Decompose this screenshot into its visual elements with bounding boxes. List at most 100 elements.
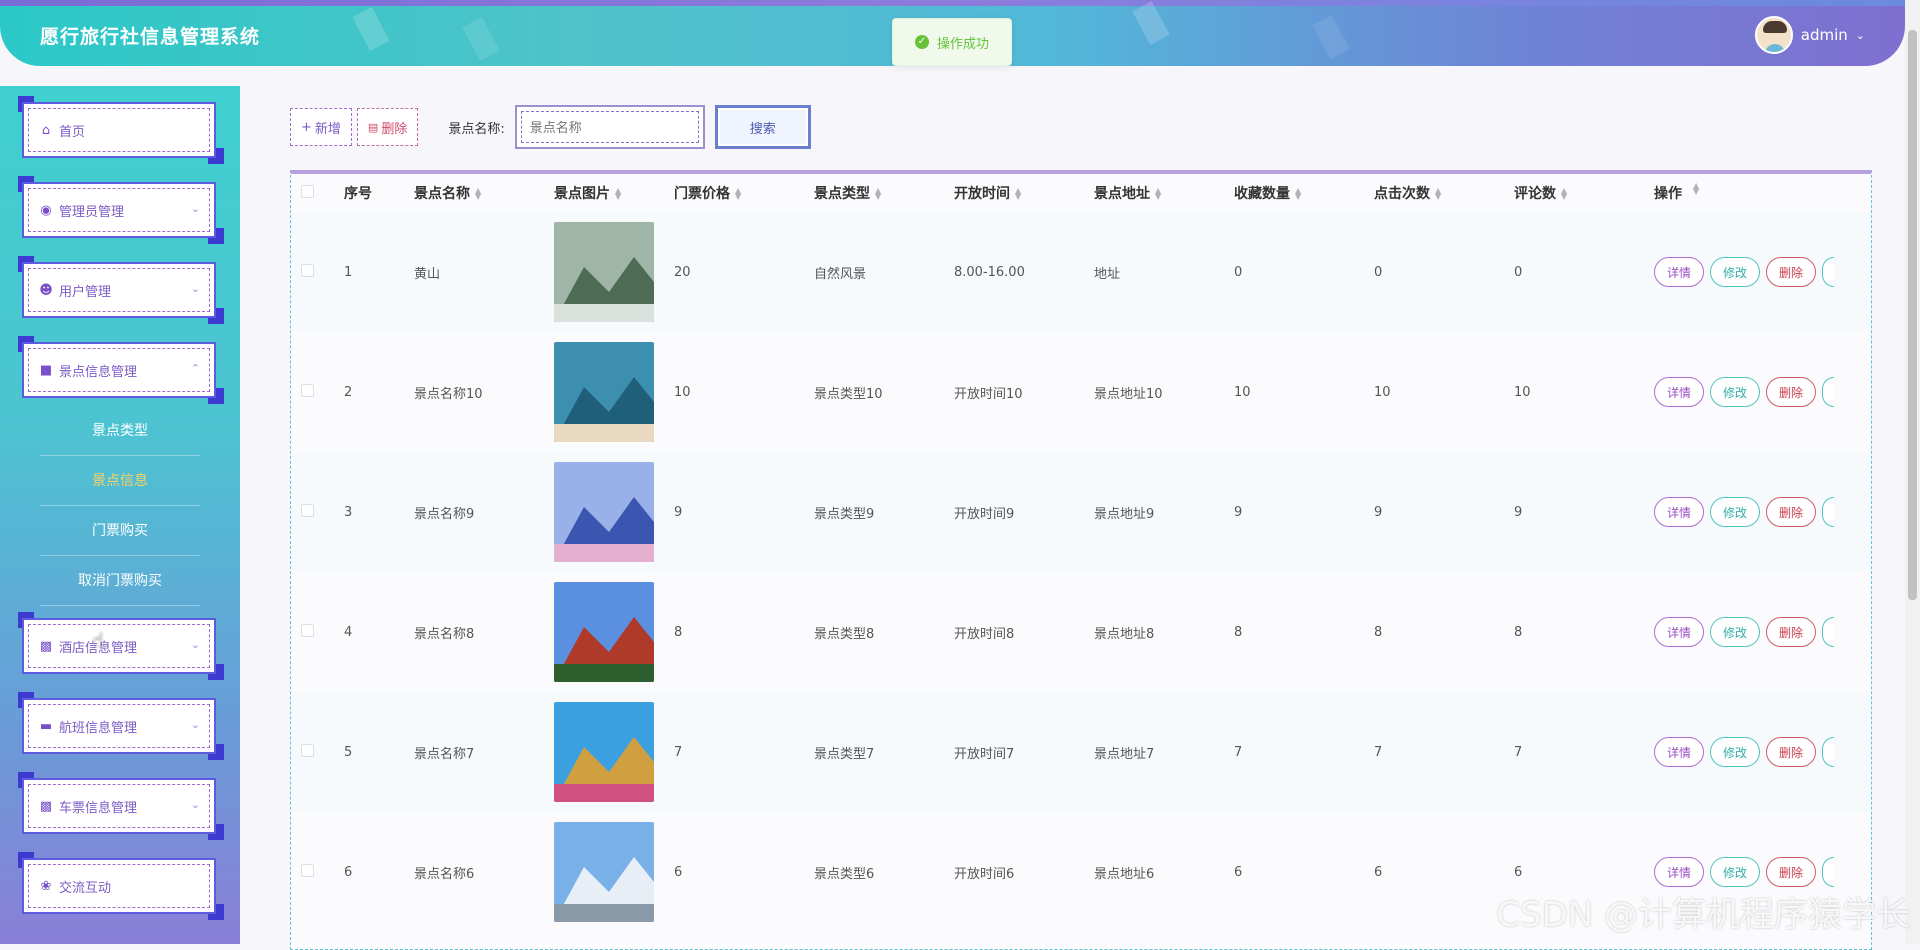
- submenu-scenic-type[interactable]: 景点类型: [40, 406, 200, 456]
- sidebar-item-users[interactable]: ☻ 用户管理 ⌄: [22, 262, 216, 318]
- header-decoration: [462, 17, 499, 61]
- more-button[interactable]: [1822, 617, 1834, 647]
- delete-row-button[interactable]: 删除: [1766, 737, 1816, 767]
- add-button[interactable]: + 新增: [290, 108, 352, 146]
- detail-button[interactable]: 详情: [1654, 857, 1704, 887]
- sidebar-item-ticket[interactable]: ▩ 车票信息管理 ⌄: [22, 778, 216, 834]
- cell-open-time: 开放时间8: [954, 623, 1094, 642]
- cell-clicks: 9: [1374, 505, 1514, 520]
- column-header[interactable]: 景点名称▲▼: [414, 183, 554, 203]
- scenic-image[interactable]: [554, 342, 674, 442]
- cell-comments: 7: [1514, 745, 1654, 760]
- edit-button[interactable]: 修改: [1710, 257, 1760, 287]
- cell-comments: 0: [1514, 265, 1654, 280]
- scenic-image[interactable]: [554, 462, 674, 562]
- column-header[interactable]: 门票价格▲▼: [674, 183, 814, 203]
- scenic-image[interactable]: [554, 582, 674, 682]
- more-button[interactable]: [1822, 377, 1834, 407]
- delete-row-button[interactable]: 删除: [1766, 857, 1816, 887]
- submenu-ticket-buy[interactable]: 门票购买: [40, 506, 200, 556]
- plus-icon: +: [301, 120, 312, 135]
- delete-row-button[interactable]: 删除: [1766, 497, 1816, 527]
- delete-button[interactable]: ▤ 删除: [357, 108, 418, 146]
- column-header[interactable]: 收藏数量▲▼: [1234, 183, 1374, 203]
- column-header[interactable]: 点击次数▲▼: [1374, 183, 1514, 203]
- sort-icon[interactable]: ▲▼: [1295, 188, 1301, 200]
- cell-comments: 9: [1514, 505, 1654, 520]
- chevron-down-icon: ⌄: [191, 202, 200, 215]
- row-checkbox[interactable]: [291, 504, 344, 521]
- sort-icon[interactable]: ▲▼: [1015, 188, 1021, 200]
- page-scrollbar[interactable]: [1905, 0, 1920, 944]
- watermark: CSDN @计算机程序猿学长: [1496, 887, 1910, 936]
- more-button[interactable]: [1822, 257, 1834, 287]
- row-checkbox[interactable]: [291, 264, 344, 281]
- row-checkbox[interactable]: [291, 864, 344, 881]
- column-header[interactable]: 景点地址▲▼: [1094, 183, 1234, 203]
- column-header[interactable]: 评论数▲▼: [1514, 183, 1654, 203]
- row-checkbox[interactable]: [291, 624, 344, 641]
- sidebar-item-scenic[interactable]: ■ 景点信息管理 ⌃: [22, 342, 216, 398]
- home-icon: ⌂: [39, 123, 53, 138]
- select-all-checkbox[interactable]: [291, 185, 344, 202]
- sort-icon[interactable]: ▲▼: [475, 188, 481, 200]
- scenic-image[interactable]: [554, 222, 674, 322]
- detail-button[interactable]: 详情: [1654, 737, 1704, 767]
- column-header[interactable]: 开放时间▲▼: [954, 183, 1094, 203]
- detail-button[interactable]: 详情: [1654, 377, 1704, 407]
- sidebar-item-admin[interactable]: ◉ 管理员管理 ⌄: [22, 182, 216, 238]
- more-button[interactable]: [1822, 857, 1834, 887]
- scrollbar-thumb[interactable]: [1908, 30, 1917, 600]
- submenu-scenic-info[interactable]: 景点信息: [40, 456, 200, 506]
- submenu-ticket-cancel[interactable]: 取消门票购买: [40, 556, 200, 606]
- sort-icon[interactable]: ▲▼: [1561, 188, 1567, 200]
- delete-row-button[interactable]: 删除: [1766, 617, 1816, 647]
- cell-comments: 6: [1514, 865, 1654, 880]
- sidebar-item-flight[interactable]: ▬ 航班信息管理 ⌄: [22, 698, 216, 754]
- cell-favorites: 9: [1234, 505, 1374, 520]
- delete-row-button[interactable]: 删除: [1766, 377, 1816, 407]
- edit-button[interactable]: 修改: [1710, 737, 1760, 767]
- cell-actions: 详情 修改 删除: [1654, 737, 1872, 767]
- search-button[interactable]: 搜索: [715, 105, 811, 149]
- sort-icon[interactable]: ▲▼: [735, 188, 741, 200]
- cell-type: 景点类型9: [814, 503, 954, 522]
- cell-name: 景点名称9: [414, 503, 554, 522]
- scenic-image[interactable]: [554, 702, 674, 802]
- row-checkbox[interactable]: [291, 384, 344, 401]
- edit-button[interactable]: 修改: [1710, 617, 1760, 647]
- edit-button[interactable]: 修改: [1710, 377, 1760, 407]
- scenic-image[interactable]: [554, 822, 674, 922]
- hand-cursor-icon: ☝: [92, 628, 104, 652]
- more-button[interactable]: [1822, 737, 1834, 767]
- cell-favorites: 0: [1234, 265, 1374, 280]
- user-menu[interactable]: admin ⌄: [1755, 16, 1865, 54]
- table-row: 5 景点名称7 7 景点类型7 开放时间7 景点地址7 7 7 7 详情 修改 …: [291, 692, 1871, 812]
- search-input[interactable]: [521, 111, 699, 143]
- detail-button[interactable]: 详情: [1654, 497, 1704, 527]
- detail-button[interactable]: 详情: [1654, 617, 1704, 647]
- cell-open-time: 开放时间10: [954, 383, 1094, 402]
- sort-icon[interactable]: ▲▼: [1435, 188, 1441, 200]
- sort-icon[interactable]: ▲▼: [875, 188, 881, 200]
- sort-icon[interactable]: ▲▼: [1693, 183, 1699, 203]
- more-button[interactable]: [1822, 497, 1834, 527]
- sort-icon[interactable]: ▲▼: [1155, 188, 1161, 200]
- sidebar-item-forum[interactable]: ❀ 交流互动: [22, 858, 216, 914]
- column-header[interactable]: 景点图片▲▼: [554, 183, 674, 203]
- edit-button[interactable]: 修改: [1710, 497, 1760, 527]
- menu-inner: ▬ 航班信息管理: [28, 704, 210, 748]
- column-header[interactable]: 景点类型▲▼: [814, 183, 954, 203]
- column-header[interactable]: 操作▲▼: [1654, 183, 1872, 203]
- sidebar-item-hotel[interactable]: ▩ 酒店信息管理 ⌄: [22, 618, 216, 674]
- detail-button[interactable]: 详情: [1654, 257, 1704, 287]
- chevron-down-icon: ⌄: [191, 718, 200, 731]
- add-button-label: 新增: [315, 118, 341, 137]
- cell-address: 地址: [1094, 263, 1234, 282]
- sidebar-item-home[interactable]: ⌂ 首页: [22, 102, 216, 158]
- header-decoration: [1312, 15, 1349, 59]
- sort-icon[interactable]: ▲▼: [615, 188, 621, 200]
- edit-button[interactable]: 修改: [1710, 857, 1760, 887]
- delete-row-button[interactable]: 删除: [1766, 257, 1816, 287]
- row-checkbox[interactable]: [291, 744, 344, 761]
